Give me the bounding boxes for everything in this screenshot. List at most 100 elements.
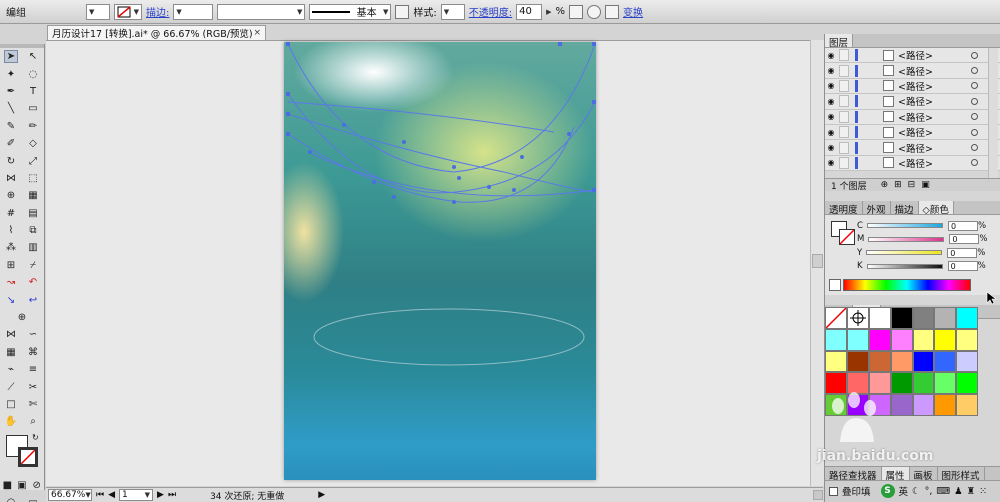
swatch[interactable] xyxy=(934,394,957,416)
color-spectrum[interactable] xyxy=(843,279,971,291)
target-icon[interactable] xyxy=(971,128,978,136)
color-stroke-box[interactable] xyxy=(839,229,855,245)
layer-row[interactable]: ◉ <路径> xyxy=(825,124,1000,141)
next-artboard-icon[interactable]: ▶ xyxy=(157,490,164,500)
swatch[interactable] xyxy=(890,307,913,329)
line-tool-icon[interactable]: ╲ xyxy=(4,102,18,115)
artboard[interactable] xyxy=(284,42,596,480)
scale-tool-icon[interactable]: ⤢ xyxy=(26,155,40,168)
swatch[interactable] xyxy=(956,328,979,351)
pencil-tool-icon[interactable]: ✏ xyxy=(26,120,40,133)
channel-value[interactable]: 0 xyxy=(947,261,978,272)
layer-row[interactable]: ◉ <路径> xyxy=(825,155,1000,172)
artboard-number-select[interactable]: 1 ▼ xyxy=(119,489,154,501)
first-artboard-icon[interactable]: ⏮ xyxy=(96,490,104,500)
hscroll-left[interactable] xyxy=(813,490,823,500)
align-tool-icon[interactable]: ≡ xyxy=(26,363,40,376)
target-icon[interactable] xyxy=(971,97,978,105)
selected-paths[interactable] xyxy=(287,43,596,203)
eye-icon[interactable]: ◉ xyxy=(825,158,837,167)
channel-track[interactable] xyxy=(868,236,945,242)
lock-toggle[interactable] xyxy=(839,141,849,154)
lock-toggle[interactable] xyxy=(839,126,849,139)
lock-toggle[interactable] xyxy=(839,110,849,123)
target-icon[interactable] xyxy=(971,67,978,75)
tab-pathfinder[interactable]: 路径查找器 xyxy=(825,467,882,482)
column-graph-tool-icon[interactable]: ▥ xyxy=(26,241,40,254)
paintbrush-tool-icon[interactable]: ✎ xyxy=(4,120,18,133)
rectangle-tool-icon[interactable]: ▭ xyxy=(26,102,40,115)
swatch[interactable] xyxy=(934,328,957,351)
lock-toggle[interactable] xyxy=(839,79,849,92)
pucker-tool-icon[interactable]: ⌘ xyxy=(26,346,40,359)
color-none-swatch[interactable] xyxy=(829,279,841,291)
swap-arrow-icon[interactable]: ↻ xyxy=(32,433,39,442)
stroke-link[interactable]: 描边: xyxy=(146,4,169,19)
prev-artboard-icon[interactable]: ◀ xyxy=(108,490,115,500)
swatch[interactable] xyxy=(912,307,935,329)
target-icon[interactable] xyxy=(971,144,978,152)
channel-value[interactable]: 0 xyxy=(947,220,978,231)
ime-s-icon[interactable]: S xyxy=(880,484,895,498)
channel-value[interactable]: 0 xyxy=(947,247,978,258)
user-icon[interactable]: ♟ xyxy=(954,486,963,497)
anchor-red-icon[interactable]: ↝ xyxy=(4,276,18,289)
swatch[interactable] xyxy=(890,350,913,373)
swatch[interactable] xyxy=(956,307,979,329)
tab-appearance[interactable]: 外观 xyxy=(863,201,891,216)
swatch[interactable] xyxy=(890,372,913,395)
swatch[interactable] xyxy=(912,394,935,416)
lasso-tool-icon[interactable]: ◌ xyxy=(26,68,40,81)
last-artboard-icon[interactable]: ⏭ xyxy=(168,490,176,500)
tab-attributes[interactable]: 属性 xyxy=(881,467,910,482)
layer-row[interactable]: ◉ <路径> xyxy=(825,94,1000,110)
stroke-box[interactable] xyxy=(18,446,38,467)
swatch-none[interactable] xyxy=(825,307,847,329)
symbol-sprayer-tool-icon[interactable]: ⁂ xyxy=(4,241,18,254)
eye-icon[interactable]: ◉ xyxy=(825,97,837,106)
free-transform-tool-icon[interactable]: ⬚ xyxy=(26,172,40,185)
eye-icon[interactable]: ◉ xyxy=(825,112,837,121)
grid-tool-icon[interactable]: ▦ xyxy=(4,346,18,359)
tab-transparency[interactable]: 透明度 xyxy=(825,201,863,216)
swatch[interactable] xyxy=(934,372,957,395)
warp-tool-icon[interactable]: ⋈ xyxy=(4,328,18,341)
pen-tool-icon[interactable]: ✒ xyxy=(4,85,18,98)
anchor-points[interactable] xyxy=(286,42,596,204)
swatch[interactable] xyxy=(868,307,891,329)
fill-swatch[interactable]: ▼ xyxy=(86,3,110,20)
lock-toggle[interactable] xyxy=(839,49,849,62)
lock-toggle[interactable] xyxy=(839,156,849,169)
channel-track[interactable] xyxy=(866,263,943,269)
layers-scrollbar[interactable] xyxy=(988,48,998,178)
eye-icon[interactable]: ◉ xyxy=(825,51,837,60)
tab-artboards[interactable]: 画板 xyxy=(910,467,938,482)
scrollbar-thumb[interactable] xyxy=(812,254,823,268)
swatch[interactable] xyxy=(956,394,979,416)
opacity-arrow-icon[interactable]: ▶ xyxy=(546,8,551,16)
measure-tool-icon[interactable]: ⟋ xyxy=(4,381,18,394)
target-icon[interactable] xyxy=(971,51,978,59)
style-swatch[interactable]: ▼ xyxy=(440,3,465,20)
gradient-mode-icon[interactable]: ▣ xyxy=(15,479,29,492)
eye-icon[interactable]: ◉ xyxy=(825,128,837,137)
target-icon[interactable] xyxy=(971,113,978,121)
eyedropper-tool-icon[interactable]: ⌇ xyxy=(4,224,18,237)
swatch[interactable] xyxy=(825,350,847,373)
lock-toggle[interactable] xyxy=(839,95,849,108)
slice-tool-icon[interactable]: ⌿ xyxy=(26,259,40,272)
tab-color[interactable]: ◇颜色 xyxy=(918,201,954,216)
eraser-tool-icon[interactable]: ◇ xyxy=(26,137,40,150)
swatch[interactable] xyxy=(956,372,979,395)
hand-tool-icon[interactable]: ✋ xyxy=(4,415,18,428)
channel-track[interactable] xyxy=(866,250,943,256)
opacity-input[interactable]: 40 xyxy=(516,3,543,20)
crystallize-tool-icon[interactable]: ⌁ xyxy=(4,363,18,376)
swatch[interactable] xyxy=(890,328,913,351)
perspective-grid-tool-icon[interactable]: ▦ xyxy=(26,189,40,202)
stroke-weight-input[interactable]: ▼ xyxy=(173,3,214,20)
eye-icon[interactable]: ◉ xyxy=(825,81,837,90)
swatch[interactable] xyxy=(868,350,891,373)
swatch[interactable] xyxy=(912,328,935,351)
fill-stroke-widget[interactable]: ↻ xyxy=(0,431,44,477)
